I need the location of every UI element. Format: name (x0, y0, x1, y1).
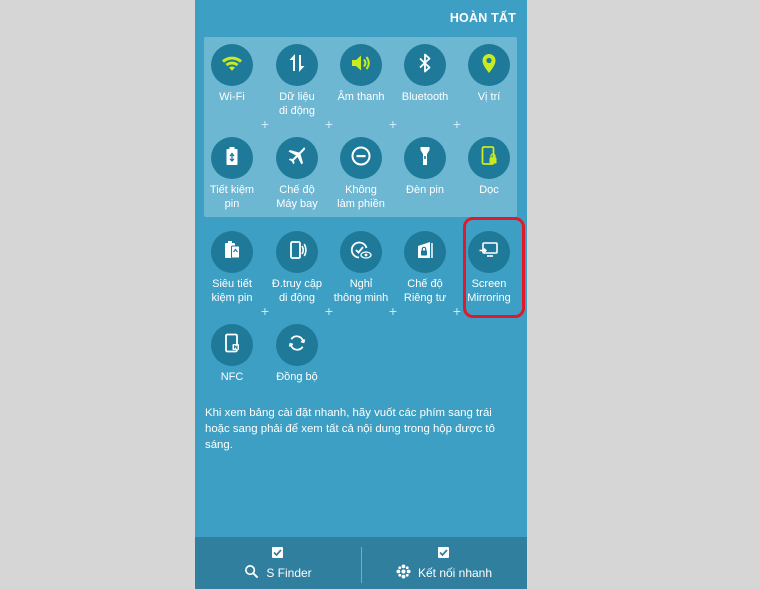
plus-separator-icon: + (260, 303, 270, 319)
plus-separator-icon: + (452, 116, 462, 132)
wifi-icon (220, 51, 244, 80)
quick-connect-checkbox[interactable] (438, 547, 449, 558)
plus-separator-icon: + (324, 303, 334, 319)
checkmark-icon (439, 549, 448, 557)
quick-connect-button[interactable]: Kết nối nhanh (361, 537, 527, 589)
tile-wifi[interactable]: Wi-Fi (196, 44, 268, 105)
quick-settings-screen: HOÀN TẤT Wi-Fi Dữ liệu di động Âm thanh (195, 0, 527, 589)
tile-label: Đồng bộ (276, 371, 318, 383)
plus-separator-icon: + (324, 116, 334, 132)
bluetooth-icon (413, 51, 437, 80)
tile-label: Wi-Fi (219, 91, 245, 103)
tile-ultra-power-saving[interactable]: Siêu tiết kiệm pin (196, 231, 268, 305)
sound-icon (349, 51, 373, 80)
tile-bluetooth[interactable]: Bluetooth (389, 44, 461, 105)
tile-nfc[interactable]: NFC (196, 324, 268, 385)
quick-connect-label: Kết nối nhanh (417, 566, 493, 580)
airplane-icon (285, 144, 309, 173)
tile-portrait[interactable]: Dọc (453, 137, 525, 198)
mobile-hotspot-icon (285, 238, 309, 267)
tile-do-not-disturb[interactable]: Không làm phiền (325, 137, 397, 211)
tile-mobile-hotspot[interactable]: Đ.truy cập di động (261, 231, 333, 305)
plus-separator-icon: + (388, 303, 398, 319)
tile-label: Bluetooth (401, 91, 449, 103)
quick-connect-icon (396, 564, 411, 582)
checkmark-icon (273, 549, 282, 557)
do-not-disturb-icon (349, 144, 373, 173)
tile-smart-stay[interactable]: Nghỉ thông minh (325, 231, 397, 305)
tile-power-saving[interactable]: Tiết kiệm pin (196, 137, 268, 211)
s-finder-checkbox[interactable] (272, 547, 283, 558)
tile-label: Đ.truy cập di động (271, 278, 323, 304)
power-saving-icon (220, 144, 244, 173)
smart-stay-icon (349, 238, 373, 267)
nfc-icon (220, 331, 244, 360)
tile-label: Vị trí (477, 91, 501, 103)
tile-label: Chế độ Riêng tư (403, 278, 447, 304)
flashlight-icon (413, 144, 437, 173)
s-finder-button[interactable]: S Finder (195, 537, 361, 589)
help-text: Khi xem bảng cài đặt nhanh, hãy vuốt các… (205, 407, 495, 451)
tile-private-mode[interactable]: Chế độ Riêng tư (389, 231, 461, 305)
tile-label: Tiết kiệm pin (209, 184, 255, 210)
portrait-lock-icon (477, 144, 501, 173)
tile-mobile-data[interactable]: Dữ liệu di động (261, 44, 333, 118)
mobile-data-icon (285, 51, 309, 80)
s-finder-label: S Finder (266, 566, 312, 580)
private-mode-icon (413, 238, 437, 267)
sync-icon (285, 331, 309, 360)
plus-separator-icon: + (452, 303, 462, 319)
tile-label: Dữ liệu di động (278, 91, 316, 117)
tile-flashlight[interactable]: Đèn pin (389, 137, 461, 198)
tile-airplane-mode[interactable]: Chế độ Máy bay (261, 137, 333, 211)
tile-label: Không làm phiền (337, 184, 385, 210)
tile-label: NFC (220, 371, 244, 383)
location-icon (477, 51, 501, 80)
tile-label: Âm thanh (337, 91, 385, 103)
tile-location[interactable]: Vị trí (453, 44, 525, 105)
tile-label: Siêu tiết kiệm pin (211, 278, 253, 304)
tile-label: Chế độ Máy bay (276, 184, 318, 210)
plus-separator-icon: + (260, 116, 270, 132)
plus-separator-icon: + (388, 116, 398, 132)
search-icon (244, 564, 259, 582)
done-button[interactable]: HOÀN TẤT (450, 11, 516, 25)
tile-sound[interactable]: Âm thanh (325, 44, 397, 105)
tile-label: Dọc (479, 184, 499, 196)
tile-sync[interactable]: Đồng bộ (261, 324, 333, 385)
tile-label: Nghỉ thông minh (333, 278, 389, 304)
screen-mirroring-highlight (463, 217, 525, 318)
ultra-power-saving-icon (220, 238, 244, 267)
tile-label: Đèn pin (406, 184, 444, 196)
